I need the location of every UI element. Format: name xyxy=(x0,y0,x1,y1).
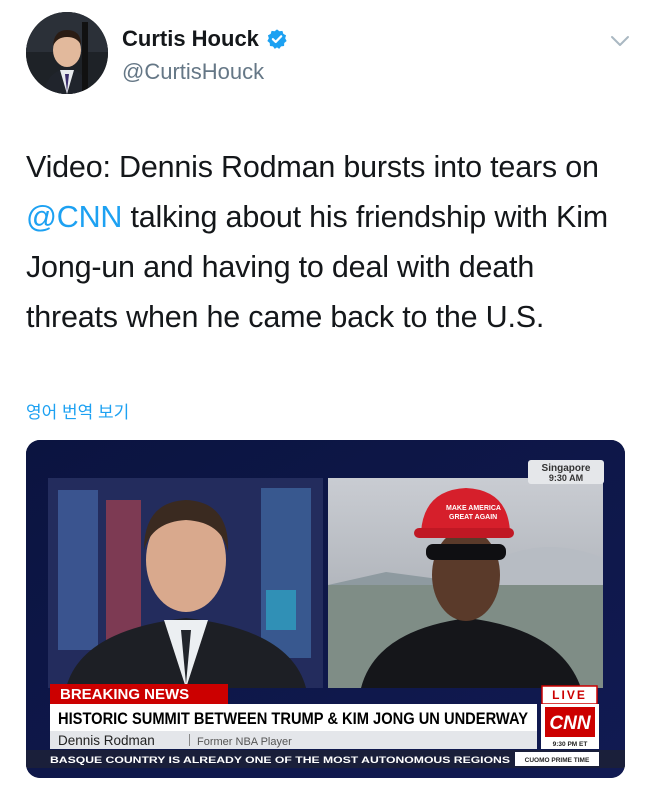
tweet-text: Video: Dennis Rodman bursts into tears o… xyxy=(26,142,626,342)
tweet-header: Curtis Houck @CurtisHouck xyxy=(26,12,636,94)
time-text: 9:30 AM xyxy=(549,473,583,483)
chyron: HISTORIC SUMMIT BETWEEN TRUMP & KIM JONG… xyxy=(50,704,599,749)
cuomo-panel xyxy=(48,478,323,688)
guest-title: Former NBA Player xyxy=(197,736,292,748)
news-ticker: BASQUE COUNTRY IS ALREADY ONE OF THE MOS… xyxy=(26,750,625,768)
avatar[interactable] xyxy=(26,12,108,94)
guest-name: Dennis Rodman xyxy=(58,733,155,748)
handle[interactable]: @CurtisHouck xyxy=(122,59,288,85)
svg-text:GREAT AGAIN: GREAT AGAIN xyxy=(449,514,497,521)
location-bug: Singapore 9:30 AM xyxy=(528,460,604,484)
video-frame: MAKE AMERICA GREAT AGAIN Singapore 9:30 … xyxy=(26,440,625,778)
chyron-headline: HISTORIC SUMMIT BETWEEN TRUMP & KIM JONG… xyxy=(58,710,528,728)
rodman-panel: MAKE AMERICA GREAT AGAIN xyxy=(328,478,603,688)
display-name[interactable]: Curtis Houck xyxy=(122,26,259,52)
cnn-logo-text: CNN xyxy=(549,713,591,734)
mention-link[interactable]: @CNN xyxy=(26,200,122,234)
live-label: LIVE xyxy=(552,688,587,702)
ticker-show: CUOMO PRIME TIME xyxy=(525,757,590,764)
chevron-down-icon[interactable] xyxy=(610,34,630,48)
avatar-photo xyxy=(26,12,108,94)
translate-link[interactable]: 영어 번역 보기 xyxy=(26,398,129,423)
ticker-time: 9:30 PM ET xyxy=(553,741,588,748)
tweet-text-start: Video: Dennis Rodman bursts into tears o… xyxy=(26,150,599,184)
svg-text:MAKE AMERICA: MAKE AMERICA xyxy=(446,505,501,512)
video-media[interactable]: MAKE AMERICA GREAT AGAIN Singapore 9:30 … xyxy=(26,440,625,778)
breaking-news-label: BREAKING NEWS xyxy=(60,686,189,703)
verified-badge-icon xyxy=(266,28,288,50)
ticker-text: BASQUE COUNTRY IS ALREADY ONE OF THE MOS… xyxy=(50,755,510,766)
author-info: Curtis Houck @CurtisHouck xyxy=(122,26,288,85)
